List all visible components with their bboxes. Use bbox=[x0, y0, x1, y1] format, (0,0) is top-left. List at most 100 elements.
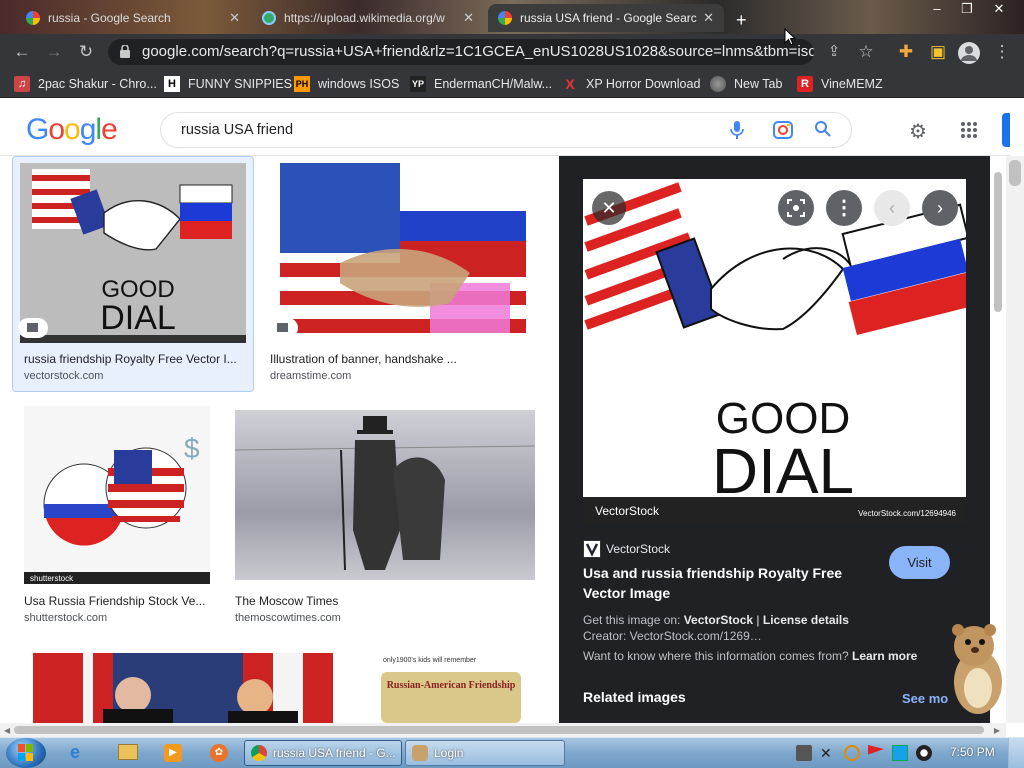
taskbar-login-window[interactable]: Login bbox=[405, 740, 565, 766]
next-image-icon[interactable]: › bbox=[922, 190, 958, 226]
panel-title-line1[interactable]: Usa and russia friendship Royalty Free bbox=[583, 565, 842, 581]
google-logo[interactable]: Google bbox=[26, 113, 118, 147]
learn-more-link[interactable]: Learn more bbox=[852, 649, 917, 663]
lens-search-icon[interactable] bbox=[772, 120, 794, 140]
voice-search-icon[interactable] bbox=[730, 120, 744, 140]
profile-avatar[interactable] bbox=[958, 42, 980, 64]
tab-active-russia-usa-friend[interactable]: russia USA friend - Google Search ✕ bbox=[488, 4, 724, 32]
apps-grid-icon[interactable] bbox=[960, 121, 978, 139]
info-line: Want to know where this information come… bbox=[583, 649, 917, 663]
more-options-icon[interactable]: ⋮ bbox=[826, 190, 862, 226]
panel-title-line2[interactable]: Vector Image bbox=[583, 585, 670, 601]
bookmark-windows-isos[interactable]: PH windows ISOS bbox=[294, 75, 399, 93]
close-tab-icon[interactable]: ✕ bbox=[463, 10, 474, 26]
tab-title: russia USA friend - Google Search bbox=[520, 11, 698, 25]
page-vertical-scrollbar[interactable] bbox=[1006, 156, 1024, 723]
menu-dots-icon[interactable]: ⋮ bbox=[990, 40, 1014, 64]
lock-icon[interactable] bbox=[120, 44, 130, 58]
scroll-thumb[interactable] bbox=[1009, 160, 1021, 186]
get-image-site-link[interactable]: VectorStock bbox=[684, 613, 753, 627]
tab-wikimedia[interactable]: https://upload.wikimedia.org/w ✕ bbox=[252, 4, 484, 32]
result-image[interactable]: GOOD DIAL bbox=[20, 163, 246, 343]
scroll-thumb[interactable] bbox=[14, 726, 984, 734]
close-window-icon[interactable]: ✕ bbox=[982, 0, 1016, 18]
clock-time[interactable]: 7:50 PM bbox=[950, 745, 995, 759]
media-player-icon[interactable]: ▶ bbox=[164, 744, 182, 762]
tab-title: https://upload.wikimedia.org/w bbox=[284, 11, 445, 25]
tray-tools-icon[interactable]: ✕ bbox=[820, 745, 836, 761]
tray-volume-icon[interactable] bbox=[916, 745, 932, 761]
bookmark-label: New Tab bbox=[734, 77, 783, 91]
bookmark-star-icon[interactable]: ☆ bbox=[854, 40, 878, 64]
image-badge-icon bbox=[268, 318, 298, 338]
tray-app-icon[interactable] bbox=[796, 745, 812, 761]
taskbar-app-label: russia USA friend - G... bbox=[273, 746, 396, 760]
bookmark-favicon-icon: X bbox=[565, 76, 575, 92]
result-title[interactable]: russia friendship Royalty Free Vector I.… bbox=[24, 352, 237, 366]
bookmark-vinememz[interactable]: R VineMEMZ bbox=[797, 75, 883, 93]
restore-icon[interactable]: ❐ bbox=[950, 0, 984, 18]
sidepanel-icon[interactable]: ▣ bbox=[926, 40, 950, 64]
bookmark-xp-horror[interactable]: X XP Horror Download bbox=[562, 75, 700, 93]
result-image[interactable] bbox=[33, 653, 333, 723]
paint-app-icon[interactable]: ✿ bbox=[210, 744, 228, 762]
result-image[interactable] bbox=[280, 163, 526, 343]
start-button[interactable] bbox=[6, 738, 46, 768]
result-image[interactable]: $ shutterstock bbox=[24, 406, 210, 584]
result-source[interactable]: vectorstock.com bbox=[24, 370, 103, 382]
scroll-left-icon[interactable]: ◀ bbox=[4, 726, 10, 735]
settings-gear-icon[interactable]: ⚙ bbox=[909, 119, 927, 144]
bookmark-favicon-icon: YP bbox=[410, 76, 426, 92]
forward-icon[interactable]: → bbox=[42, 40, 66, 64]
visit-button[interactable]: Visit bbox=[889, 546, 950, 579]
chrome-favicon-icon bbox=[262, 11, 276, 25]
site-name[interactable]: VectorStock bbox=[606, 542, 670, 556]
close-panel-icon[interactable]: ✕ bbox=[592, 191, 626, 225]
internet-explorer-icon[interactable]: e bbox=[70, 742, 80, 763]
see-more-link[interactable]: See mo bbox=[902, 691, 948, 706]
result-source[interactable]: dreamstime.com bbox=[270, 370, 351, 382]
tray-search-icon[interactable] bbox=[844, 745, 860, 761]
prev-image-icon[interactable]: ‹ bbox=[874, 190, 910, 226]
sign-in-button[interactable] bbox=[1002, 113, 1010, 147]
search-icon[interactable] bbox=[814, 120, 832, 138]
google-favicon-icon bbox=[26, 11, 40, 25]
tab-russia-search[interactable]: russia - Google Search ✕ bbox=[16, 4, 250, 32]
visual-search-icon[interactable] bbox=[778, 190, 814, 226]
bookmark-funny-snippies[interactable]: H FUNNY SNIPPIES bbox=[164, 75, 292, 93]
bookmark-new-tab[interactable]: New Tab bbox=[710, 75, 782, 93]
result-source[interactable]: shutterstock.com bbox=[24, 612, 107, 624]
bookmark-endermanch[interactable]: YP EndermanCH/Malw... bbox=[410, 75, 552, 93]
bookmark-favicon-icon: H bbox=[164, 76, 180, 92]
share-icon[interactable]: ⇪ bbox=[822, 40, 846, 64]
result-source[interactable]: themoscowtimes.com bbox=[235, 612, 341, 624]
license-details-link[interactable]: License details bbox=[763, 613, 849, 627]
bookmark-label: VineMEMZ bbox=[821, 77, 883, 91]
result-title[interactable]: Illustration of banner, handshake ... bbox=[270, 352, 457, 366]
tray-network-icon[interactable] bbox=[892, 745, 908, 761]
result-title[interactable]: Usa Russia Friendship Stock Ve... bbox=[24, 594, 205, 608]
search-input[interactable]: russia USA friend bbox=[181, 122, 293, 138]
taskbar-chrome-window[interactable]: russia USA friend - G... bbox=[244, 740, 402, 766]
page-horizontal-scrollbar[interactable]: ◀ ▶ bbox=[0, 723, 1006, 737]
reload-icon[interactable]: ↻ bbox=[74, 40, 98, 64]
new-tab-icon[interactable]: + bbox=[736, 10, 747, 31]
extensions-icon[interactable]: ✚ bbox=[894, 40, 918, 64]
back-icon[interactable]: ← bbox=[10, 40, 34, 64]
preview-image[interactable]: GOOD DIAL VectorStock VectorStock.com/12… bbox=[583, 179, 966, 524]
minimize-icon[interactable]: – bbox=[920, 0, 954, 18]
file-explorer-icon[interactable] bbox=[118, 744, 138, 760]
close-tab-icon[interactable]: ✕ bbox=[703, 10, 714, 26]
scroll-right-icon[interactable]: ▶ bbox=[994, 726, 1000, 735]
svg-text:VectorStock: VectorStock bbox=[595, 504, 660, 518]
result-image[interactable] bbox=[235, 410, 535, 580]
address-bar[interactable]: google.com/search?q=russia+USA+friend&rl… bbox=[108, 39, 814, 65]
login-app-icon bbox=[412, 745, 428, 761]
show-desktop-button[interactable] bbox=[1008, 738, 1024, 768]
handshake-icon bbox=[710, 247, 845, 331]
result-image[interactable]: only1900's kids will remember Russian-Am… bbox=[365, 648, 539, 723]
close-tab-icon[interactable]: ✕ bbox=[229, 10, 240, 26]
result-title[interactable]: The Moscow Times bbox=[235, 594, 338, 608]
tab-title: russia - Google Search bbox=[48, 11, 171, 25]
bookmark-2pac[interactable]: ♫ 2pac Shakur - Chro... bbox=[14, 75, 157, 93]
